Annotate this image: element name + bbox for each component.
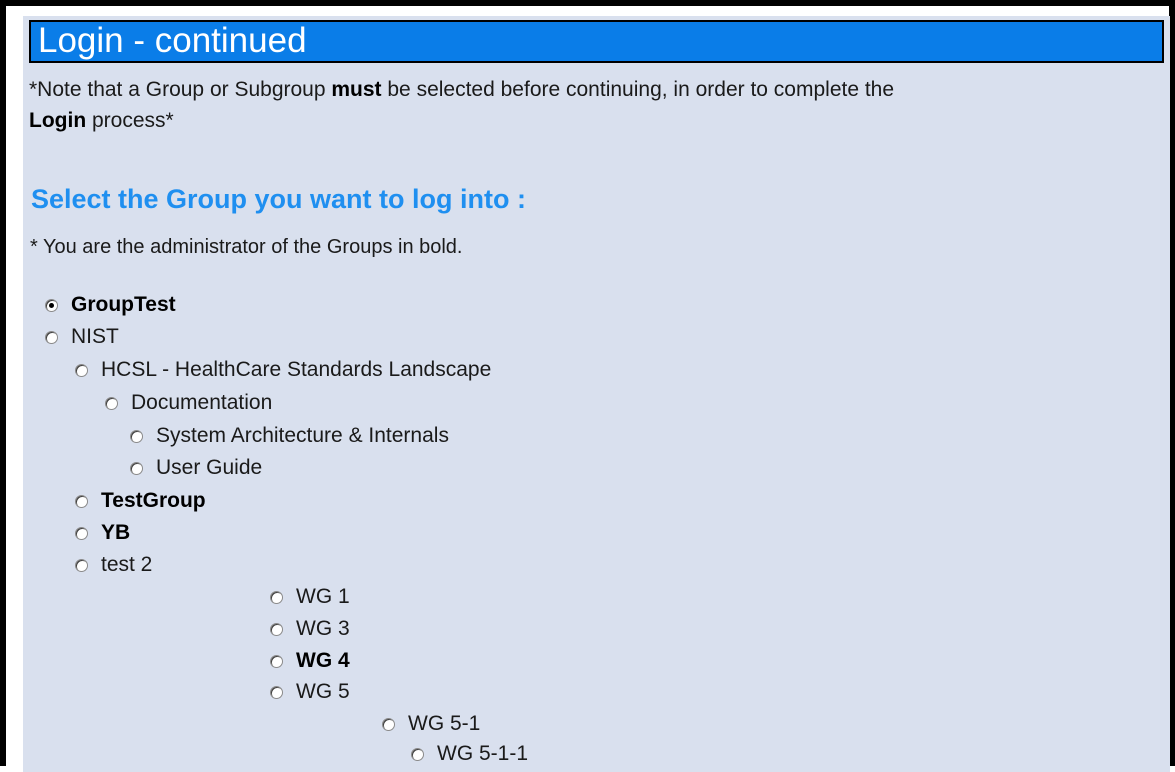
window-frame: Login - continued *Note that a Group or … [0,0,1175,772]
group-option-testgroup[interactable]: TestGroup [75,487,206,515]
group-option-wg-5[interactable]: WG 5 [270,678,350,706]
radio-button[interactable] [270,654,283,668]
radio-button[interactable] [270,622,283,636]
group-label: WG 5-1 [408,712,481,735]
group-label: WG 5-1-1 [437,742,529,765]
group-label: User Guide [156,456,263,479]
group-label: Documentation [131,391,273,414]
radio-button[interactable] [411,747,424,761]
radio-button[interactable] [130,429,143,443]
group-label: TestGroup [101,489,206,512]
radio-button[interactable] [45,298,58,312]
radio-button[interactable] [270,685,283,699]
group-label: WG 4 [296,649,350,672]
group-option-nist[interactable]: NIST [45,323,119,351]
login-panel: Login - continued *Note that a Group or … [23,16,1170,772]
group-option-documentation[interactable]: Documentation [105,389,272,417]
group-label: WG 3 [296,617,350,640]
group-option-wg-1[interactable]: WG 1 [270,583,350,611]
radio-button[interactable] [75,558,88,572]
radio-button[interactable] [270,590,283,604]
group-option-system-architecture[interactable]: System Architecture & Internals [130,422,449,450]
radio-button[interactable] [105,396,118,410]
radio-button[interactable] [130,461,143,475]
group-option-test-2[interactable]: test 2 [75,551,152,579]
group-label: WG 5 [296,680,350,703]
group-option-wg-4[interactable]: WG 4 [270,647,350,675]
group-label: System Architecture & Internals [156,424,449,447]
radio-button[interactable] [75,494,88,508]
group-option-wg-5-1[interactable]: WG 5-1 [382,710,480,738]
group-label: HCSL - HealthCare Standards Landscape [101,358,492,381]
group-option-user-guide[interactable]: User Guide [130,454,262,482]
group-label: test 2 [101,553,153,576]
group-option-wg-5-1-1[interactable]: WG 5-1-1 [411,740,528,768]
radio-button[interactable] [382,717,395,731]
group-option-grouptest[interactable]: GroupTest [45,291,176,319]
group-label: GroupTest [71,293,176,316]
group-option-wg-3[interactable]: WG 3 [270,615,350,643]
radio-button[interactable] [75,363,88,377]
group-tree: GroupTest NIST HCSL - HealthCare Standar… [23,16,1170,772]
radio-button[interactable] [45,330,58,344]
radio-button[interactable] [75,526,88,540]
group-label: NIST [71,325,119,348]
group-label: YB [101,521,131,544]
group-option-hcsl[interactable]: HCSL - HealthCare Standards Landscape [75,356,491,384]
group-option-yb[interactable]: YB [75,519,130,547]
group-label: WG 1 [296,585,350,608]
